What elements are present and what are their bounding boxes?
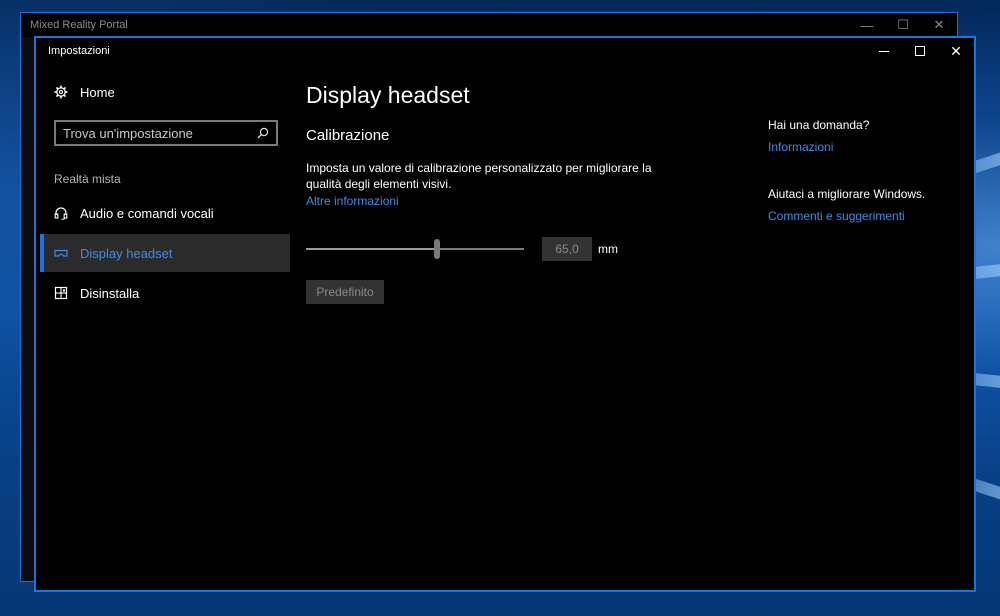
question-heading: Hai una domanda?: [768, 118, 870, 132]
search-icon[interactable]: [256, 126, 270, 140]
sidebar-item-uninstall[interactable]: Disinstalla: [40, 274, 290, 312]
sidebar: Home Realtà mista Audio e coma: [40, 72, 290, 312]
section-label-mixed-reality: Realtà mista: [54, 172, 121, 186]
back-window-titlebar[interactable]: Mixed Reality Portal — ☐ ✕: [21, 13, 957, 37]
help-panel: Hai una domanda? Informazioni Aiutaci a …: [768, 118, 958, 225]
gear-icon: [54, 85, 68, 99]
window-title: Impostazioni: [48, 45, 110, 57]
vr-headset-icon: [54, 246, 68, 260]
info-link[interactable]: Informazioni: [768, 140, 958, 156]
sidebar-item-label: Disinstalla: [80, 285, 140, 301]
back-close-button[interactable]: ✕: [921, 13, 957, 37]
calibration-description: Imposta un valore di calibrazione person…: [306, 161, 652, 191]
sidebar-item-audio[interactable]: Audio e comandi vocali: [40, 194, 290, 232]
minimize-button[interactable]: [866, 38, 902, 64]
improve-heading: Aiutaci a migliorare Windows.: [768, 187, 926, 201]
search-input[interactable]: [63, 125, 243, 141]
sidebar-item-label: Display headset: [80, 245, 173, 261]
back-maximize-button[interactable]: ☐: [885, 13, 921, 37]
feedback-link[interactable]: Commenti e suggerimenti: [768, 209, 958, 225]
sidebar-home[interactable]: Home: [40, 72, 290, 112]
settings-window: Impostazioni ✕ Home Trova un'impostazion…: [34, 36, 976, 592]
sidebar-item-display-headset[interactable]: Display headset: [40, 234, 290, 272]
back-window-controls: — ☐ ✕: [849, 13, 957, 37]
calibration-unit: mm: [598, 242, 618, 256]
calibration-slider[interactable]: [306, 239, 524, 259]
close-button[interactable]: ✕: [938, 38, 974, 64]
slider-fill: [306, 248, 437, 250]
slider-thumb[interactable]: [433, 239, 440, 259]
home-label: Home: [80, 84, 115, 100]
maximize-button[interactable]: [902, 38, 938, 64]
sidebar-item-label: Audio e comandi vocali: [80, 205, 214, 221]
search-box[interactable]: [54, 120, 278, 146]
window-controls: ✕: [866, 38, 974, 64]
settings-titlebar[interactable]: Impostazioni ✕: [36, 38, 974, 64]
back-window-title: Mixed Reality Portal: [30, 19, 128, 31]
calibration-control-row: 65,0 mm: [306, 236, 706, 262]
calibration-value-field[interactable]: 65,0: [542, 237, 592, 261]
back-window-sidebar-edge: [21, 37, 35, 581]
back-minimize-button[interactable]: —: [849, 13, 885, 37]
headset-icon: [54, 206, 68, 220]
more-info-link[interactable]: Altre informazioni: [306, 194, 399, 208]
uninstall-icon: [54, 286, 68, 300]
calibration-heading: Calibrazione: [306, 127, 390, 144]
default-button[interactable]: Predefinito: [306, 280, 384, 304]
main-content: Display headset Calibrazione Imposta un …: [306, 82, 706, 304]
page-title: Display headset: [306, 82, 470, 108]
